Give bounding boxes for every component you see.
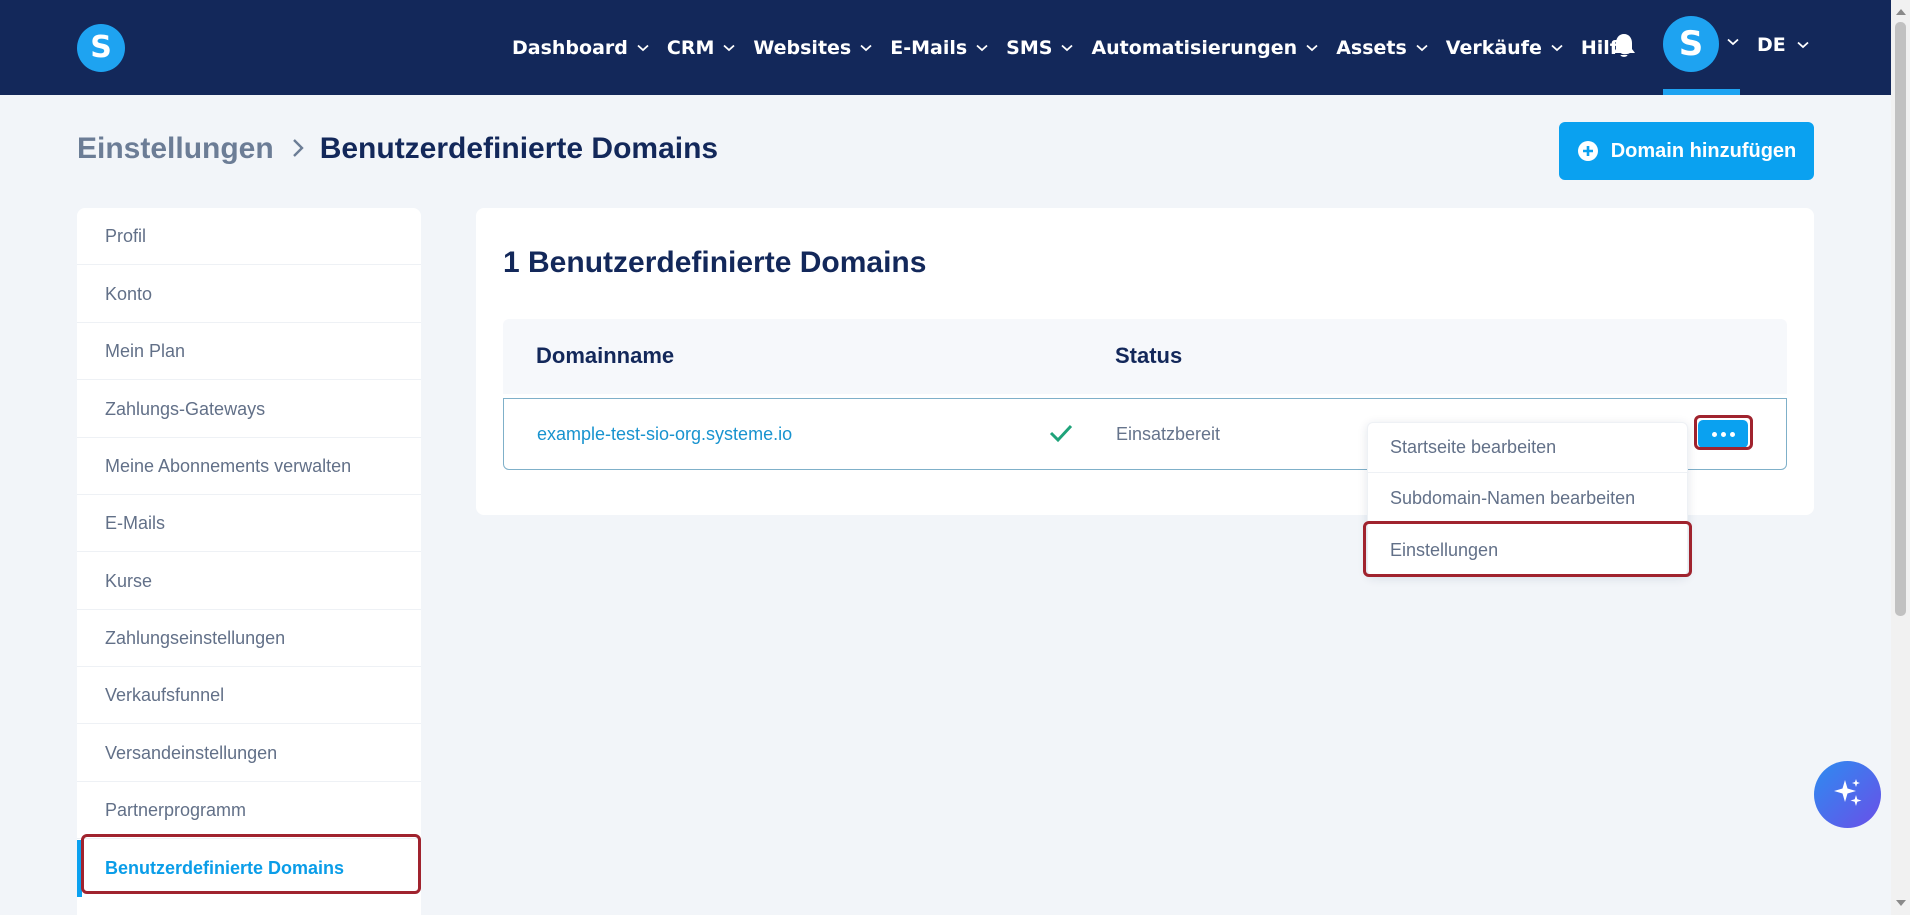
sidebar-item-label: Versandeinstellungen [105,742,278,763]
sidebar-item-label: Zahlungseinstellungen [105,627,286,648]
nav-item-label: Websites [753,36,852,59]
top-navbar: S Dashboard CRM Websites E-Mails SMS Aut… [0,0,1891,95]
sidebar-item-mein-plan[interactable]: Mein Plan [77,323,421,380]
nav-item-label: Verkäufe [1445,36,1542,59]
main-nav: Dashboard CRM Websites E-Mails SMS Autom… [512,0,1649,95]
menu-item-einstellungen[interactable]: Einstellungen [1368,525,1689,575]
avatar[interactable]: S [1663,16,1719,72]
chevron-down-icon [723,44,735,52]
plus-circle-icon [1577,140,1599,162]
settings-sidebar: Profil Konto Mein Plan Zahlungs-Gateways… [77,208,421,915]
scrollbar-thumb[interactable] [1895,22,1906,616]
nav-item-websites[interactable]: Websites [753,37,872,59]
scroll-up-arrow-icon[interactable] [1896,9,1906,15]
language-switcher[interactable]: DE [1757,34,1809,56]
menu-item-label: Einstellungen [1390,539,1499,560]
menu-item-subdomain-bearbeiten[interactable]: Subdomain-Namen bearbeiten [1368,474,1689,524]
user-menu[interactable]: S [1662,16,1740,95]
scroll-down-arrow-icon[interactable] [1896,900,1906,906]
nav-item-sms[interactable]: SMS [1006,36,1074,59]
sidebar-item-label: E-Mails [105,512,166,533]
sidebar-item-benutzerdefinierte-domains[interactable]: Benutzerdefinierte Domains [77,840,421,897]
avatar-letter: S [1678,24,1704,64]
nav-item-automatisierungen[interactable]: Automatisierungen [1091,37,1318,59]
sidebar-item-label: Partnerprogramm [105,799,247,820]
sidebar-item-zahlungs-gateways[interactable]: Zahlungs-Gateways [77,381,421,438]
sidebar-item-zahlungseinstellungen[interactable]: Zahlungseinstellungen [77,610,421,667]
row-actions-menu: Startseite bearbeiten Subdomain-Namen be… [1367,422,1689,576]
sidebar-item-verkaufsfunnel[interactable]: Verkaufsfunnel [77,667,421,724]
more-dots-icon [1729,431,1735,437]
check-icon [1049,423,1073,447]
nav-item-label: SMS [1006,36,1053,59]
chevron-down-icon [1061,44,1074,52]
sidebar-item-profil[interactable]: Profil [77,208,421,265]
sparkle-icon [1831,776,1865,814]
breadcrumb: Einstellungen Benutzerdefinierte Domains [77,132,718,166]
sidebar-item-abonnements[interactable]: Meine Abonnements verwalten [77,438,421,495]
nav-item-label: E-Mails [890,36,968,59]
chevron-down-icon[interactable] [1727,38,1739,46]
chevron-down-icon [1551,44,1563,52]
nav-item-label: Assets [1336,36,1407,59]
add-domain-label: Domain hinzufügen [1610,139,1797,162]
add-domain-button[interactable]: Domain hinzufügen [1559,122,1814,180]
chevron-right-icon [292,132,304,166]
bell-icon[interactable] [1611,32,1637,60]
language-label: DE [1757,34,1786,56]
nav-item-dashboard[interactable]: Dashboard [512,37,649,59]
sidebar-item-kurse[interactable]: Kurse [77,553,421,610]
nav-item-crm[interactable]: CRM [667,37,735,59]
column-header-domainname: Domainname [536,343,675,368]
more-dots-icon [1711,431,1717,437]
sidebar-item-label: Meine Abonnements verwalten [105,455,352,476]
row-actions-button[interactable] [1698,420,1748,448]
sidebar-item-label: Verkaufsfunnel [105,684,225,705]
nav-item-assets[interactable]: Assets [1336,37,1428,59]
sidebar-item-label: Benutzerdefinierte Domains [105,858,345,878]
sidebar-item-emails[interactable]: E-Mails [77,495,421,552]
chevron-down-icon [860,44,872,52]
breadcrumb-parent[interactable]: Einstellungen [77,132,274,166]
sidebar-item-label: Profil [105,225,147,246]
nav-item-label: CRM [666,36,715,59]
sidebar-item-label: Konto [105,283,153,304]
chevron-down-icon [1416,44,1428,52]
nav-item-verkaeufe[interactable]: Verkäufe [1446,37,1563,59]
table-header: Domainname Status [503,319,1787,394]
more-dots-icon [1720,431,1726,437]
app-logo[interactable]: S [77,24,125,72]
sidebar-item-versandeinstellungen[interactable]: Versandeinstellungen [77,725,421,782]
page-scrollbar[interactable] [1891,0,1910,915]
sidebar-item-label: Mein Plan [105,340,186,361]
nav-item-label: Dashboard [512,36,628,59]
chevron-down-icon [1797,41,1809,49]
column-header-status: Status [1115,343,1183,368]
menu-item-label: Subdomain-Namen bearbeiten [1390,488,1636,508]
sidebar-item-label: Kurse [105,570,153,591]
sidebar-item-label: Zahlungs-Gateways [105,398,266,419]
nav-item-label: Automatisierungen [1091,36,1298,59]
menu-item-startseite-bearbeiten[interactable]: Startseite bearbeiten [1368,423,1689,473]
ai-assistant-button[interactable] [1814,761,1881,828]
card-title: 1 Benutzerdefinierte Domains [503,246,927,279]
sidebar-item-konto[interactable]: Konto [77,266,421,323]
chevron-down-icon [1306,44,1318,52]
status-badge: Einsatzbereit [1116,424,1221,444]
menu-item-label: Startseite bearbeiten [1390,437,1557,457]
domain-link[interactable]: example-test-sio-org.systeme.io [537,424,792,445]
chevron-down-icon [976,44,988,52]
nav-item-emails[interactable]: E-Mails [890,37,988,59]
logo-letter: S [90,30,112,65]
page-title: Benutzerdefinierte Domains [319,132,719,165]
chevron-down-icon [637,44,649,52]
active-indicator [1663,89,1740,95]
sidebar-item-partnerprogramm[interactable]: Partnerprogramm [77,782,421,839]
